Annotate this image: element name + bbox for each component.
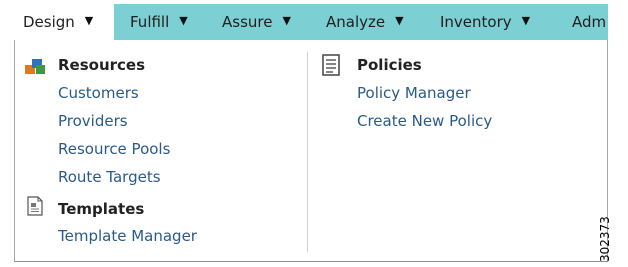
menu-analyze[interactable]: Analyze ▼: [326, 4, 404, 40]
providers-link[interactable]: Providers: [58, 112, 128, 130]
column-divider: [307, 52, 308, 252]
menu-label: Assure: [222, 13, 273, 31]
resources-heading: Resources: [58, 56, 146, 74]
template-manager-link[interactable]: Template Manager: [58, 227, 197, 245]
menu-assure[interactable]: Assure ▼: [222, 4, 291, 40]
dropdown-arrow-icon: ▼: [521, 14, 531, 27]
dropdown-arrow-icon: ▼: [282, 14, 291, 27]
policy-manager-link[interactable]: Policy Manager: [357, 84, 471, 102]
resources-icon: [25, 59, 45, 74]
create-new-policy-link[interactable]: Create New Policy: [357, 112, 492, 130]
design-dropdown-panel: Resources Customers Providers Resource P…: [14, 40, 608, 262]
route-targets-link[interactable]: Route Targets: [58, 168, 161, 186]
policies-heading: Policies: [357, 56, 422, 74]
dropdown-arrow-icon: ▼: [84, 14, 94, 27]
template-icon: [27, 196, 43, 216]
menu-admin[interactable]: Adm: [572, 4, 606, 40]
dropdown-arrow-icon: ▼: [395, 14, 404, 27]
menu-label: Inventory: [440, 13, 512, 31]
menu-label: Analyze: [326, 13, 386, 31]
resource-pools-link[interactable]: Resource Pools: [58, 140, 170, 158]
top-menubar: Design ▼ Fulfill ▼ Assure ▼ Analyze ▼ Invent…: [14, 4, 608, 40]
menu-label: Design: [23, 13, 75, 31]
policy-icon: [322, 54, 340, 76]
menu-label: Fulfill: [130, 13, 170, 31]
menu-design[interactable]: Design ▼: [14, 4, 114, 40]
menu-inventory[interactable]: Inventory ▼: [440, 4, 530, 40]
templates-heading: Templates: [58, 200, 145, 218]
menu-fulfill[interactable]: Fulfill ▼: [130, 4, 188, 40]
dropdown-arrow-icon: ▼: [179, 14, 188, 27]
customers-link[interactable]: Customers: [58, 84, 139, 102]
menu-label: Adm: [572, 13, 607, 31]
figure-number: 302373: [598, 216, 612, 262]
